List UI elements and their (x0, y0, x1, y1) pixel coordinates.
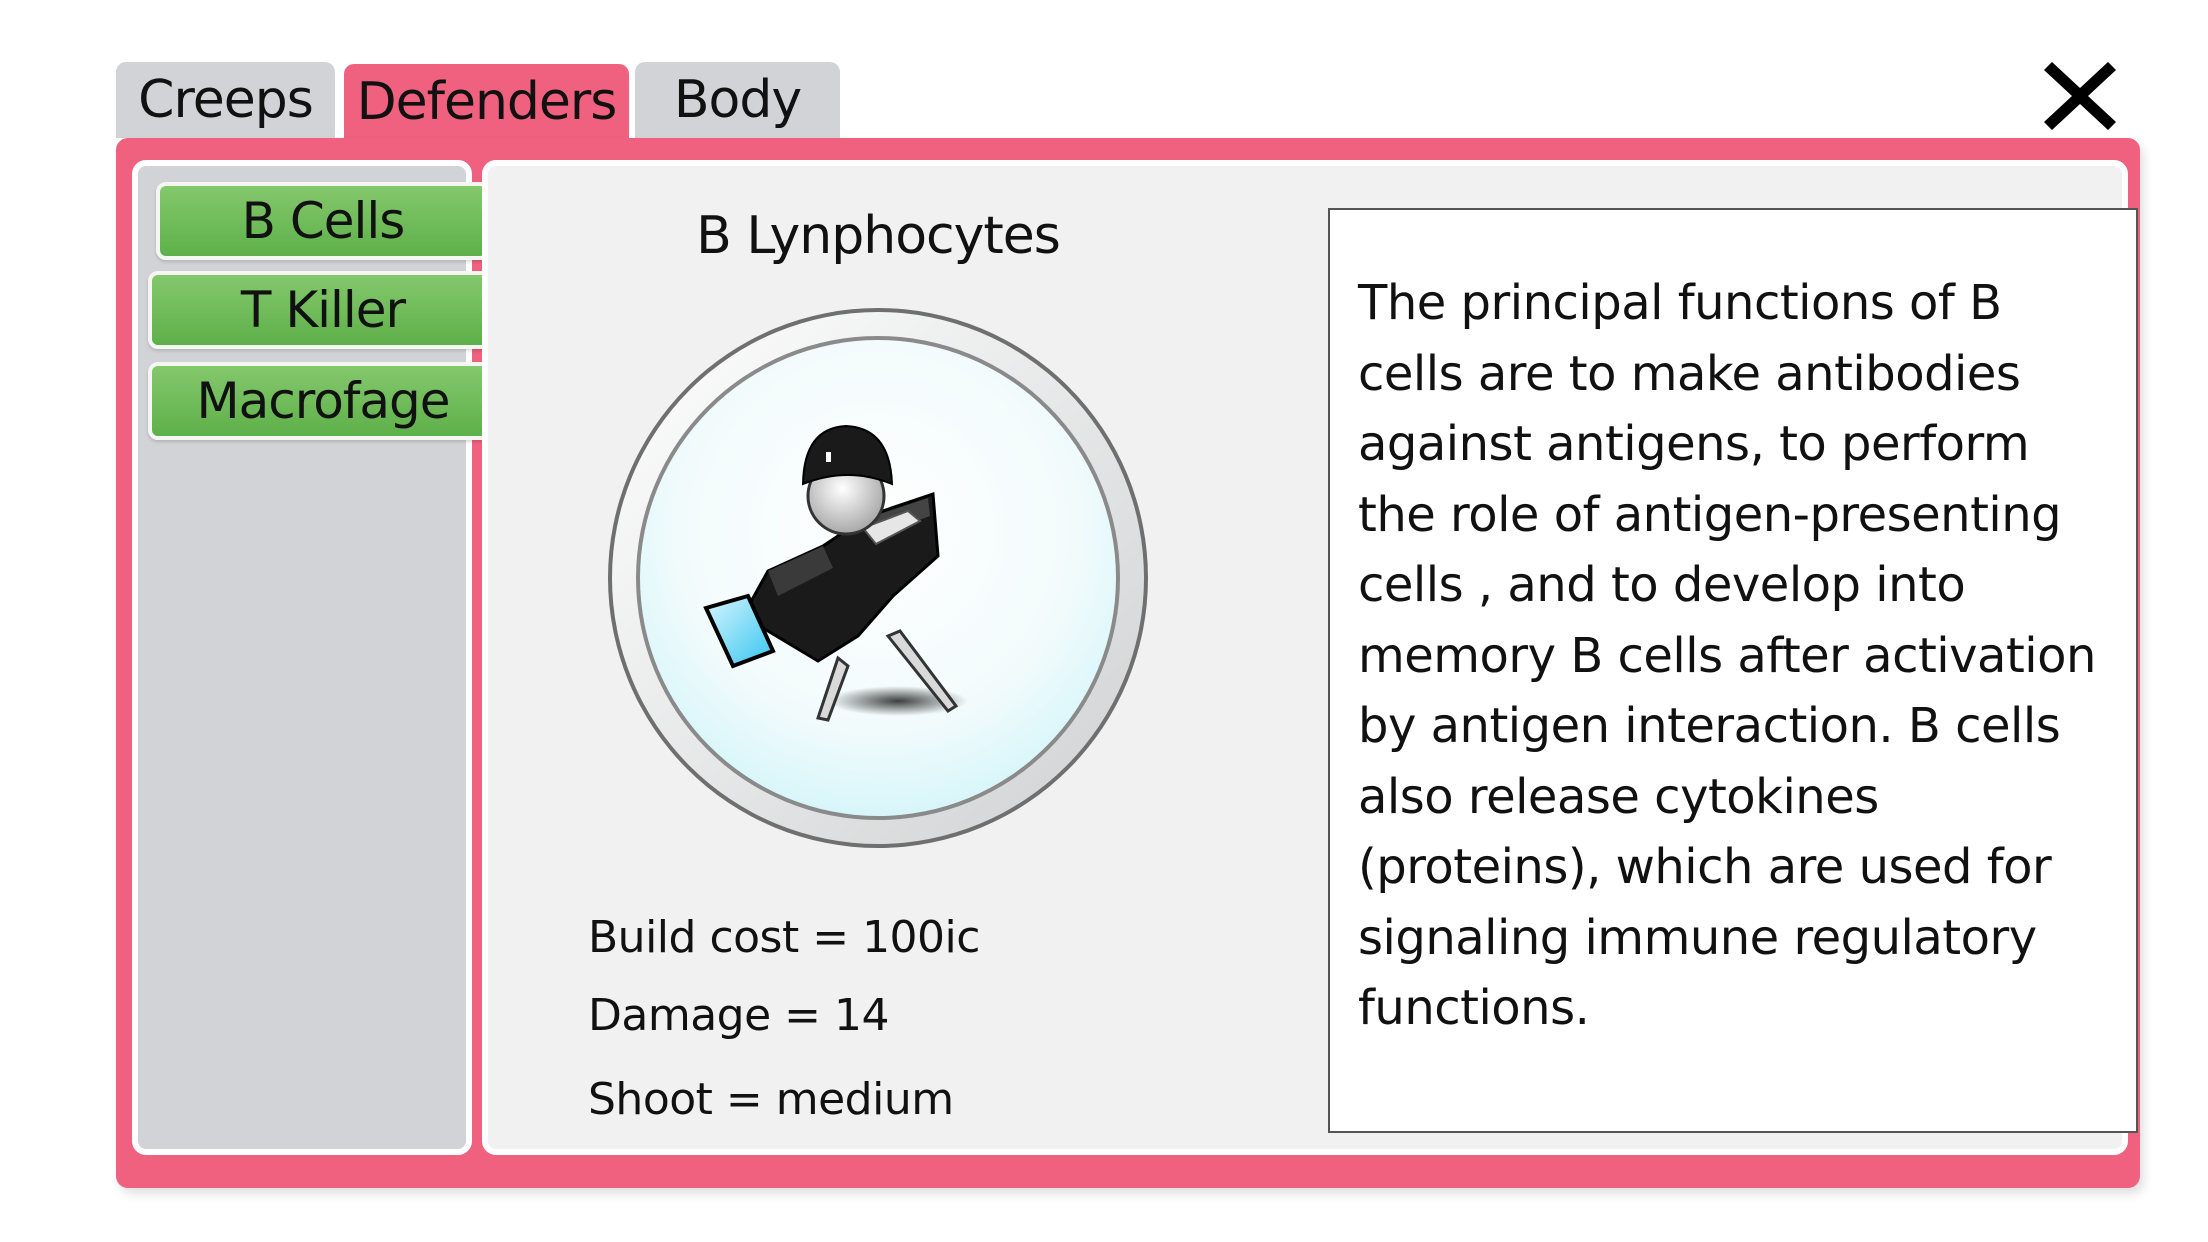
tab-creeps[interactable]: Creeps (116, 62, 335, 138)
defenders-panel: B Cells T Killer Macrofage B Lynphocytes (116, 138, 2140, 1188)
sidebar-item-macrofage[interactable]: Macrofage (148, 362, 498, 440)
description-box: The principal functions of B cells are t… (1328, 208, 2138, 1133)
close-button[interactable] (2040, 56, 2120, 136)
stat-shoot: Shoot = medium (588, 1074, 954, 1125)
b-cell-turret-icon (608, 308, 1148, 848)
unit-title: B Lynphocytes (696, 206, 1061, 266)
sidebar-item-t-killer[interactable]: T Killer (148, 271, 498, 349)
defender-detail: B Lynphocytes Build cost = 100ic Damage … (482, 160, 2138, 1155)
unit-description: The principal functions of B cells are t… (1358, 275, 2096, 1036)
encyclopedia-screen: Creeps Defenders Body B Cells T Killer M… (0, 0, 2208, 1242)
tab-body[interactable]: Body (635, 62, 840, 138)
unit-portrait (608, 306, 1148, 851)
stat-build-cost: Build cost = 100ic (588, 912, 980, 963)
sidebar-item-b-cells[interactable]: B Cells (156, 182, 490, 260)
stat-damage: Damage = 14 (588, 990, 890, 1041)
close-icon (2044, 62, 2116, 130)
defender-list: B Cells T Killer Macrofage (132, 160, 498, 1155)
tab-defenders[interactable]: Defenders (344, 64, 629, 142)
